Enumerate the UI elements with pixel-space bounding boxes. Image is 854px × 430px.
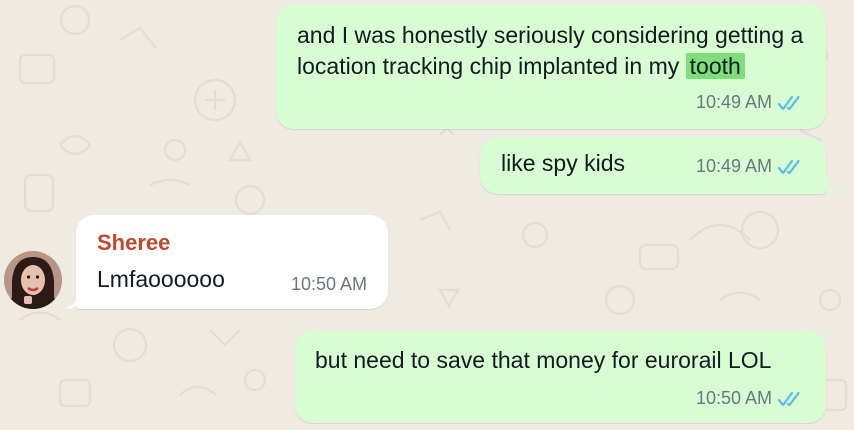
message-time: 10:50 AM — [695, 388, 772, 408]
message-text: but need to save that money for eurorail… — [315, 347, 772, 373]
double-check-read-icon — [778, 159, 800, 174]
message-bubble-outgoing[interactable]: and I was honestly seriously considering… — [276, 5, 826, 129]
message-text: and I was honestly seriously considering… — [297, 22, 804, 79]
message-meta: 10:49 AM — [696, 156, 806, 177]
sender-name: Sheree — [97, 230, 171, 255]
message-meta: 10:50 AM — [291, 274, 367, 295]
double-check-read-icon — [778, 95, 800, 110]
message-meta: 10:50 AM — [696, 388, 806, 409]
contact-avatar[interactable] — [4, 251, 62, 309]
message-text: Lmfaoooooo — [97, 266, 225, 292]
avatar-image — [4, 251, 62, 309]
message-time: 10:50 AM — [290, 274, 367, 294]
message-meta: 10:49 AM — [696, 92, 806, 113]
message-bubble-outgoing[interactable]: but need to save that money for eurorail… — [295, 331, 826, 423]
message-time: 10:49 AM — [695, 92, 772, 112]
message-time: 10:49 AM — [695, 156, 772, 176]
bubble-tail — [818, 178, 840, 193]
double-check-read-icon — [778, 391, 800, 406]
message-bubble-outgoing[interactable]: like spy kids 10:49 AM — [480, 137, 826, 194]
message-text: like spy kids — [501, 150, 625, 176]
search-highlight: tooth — [685, 53, 745, 79]
message-bubble-incoming[interactable]: Sheree Lmfaoooooo 10:50 AM — [76, 215, 388, 309]
